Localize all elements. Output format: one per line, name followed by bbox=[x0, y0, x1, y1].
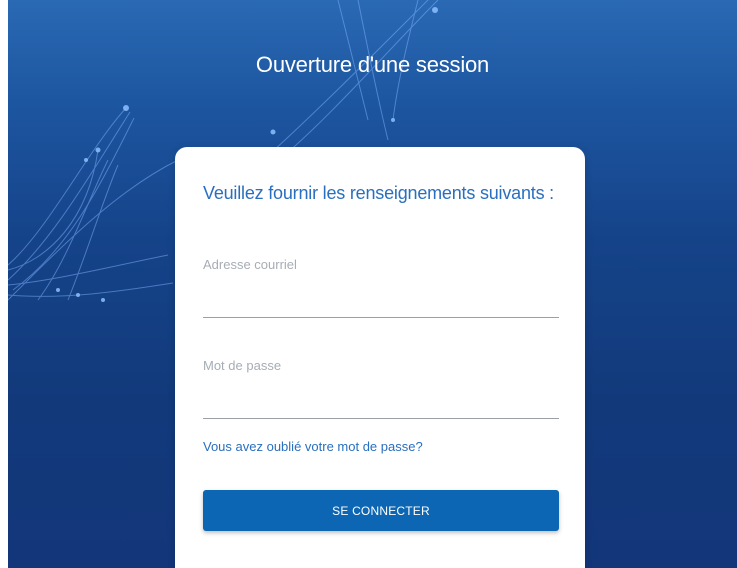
page-title: Ouverture d'une session bbox=[255, 52, 490, 77]
login-page: Ouverture d'une session Veuillez fournir… bbox=[0, 0, 737, 568]
password-field[interactable] bbox=[203, 392, 559, 419]
login-button[interactable]: SE CONNECTER bbox=[203, 490, 559, 531]
email-label: Adresse courriel bbox=[203, 257, 297, 272]
email-field[interactable] bbox=[203, 291, 559, 318]
password-label: Mot de passe bbox=[203, 358, 282, 373]
forgot-password-link[interactable]: Vous avez oublié votre mot de passe? bbox=[203, 439, 423, 454]
form-instructions: Veuillez fournir les renseignements suiv… bbox=[203, 183, 554, 203]
login-card: Veuillez fournir les renseignements suiv… bbox=[175, 147, 585, 568]
